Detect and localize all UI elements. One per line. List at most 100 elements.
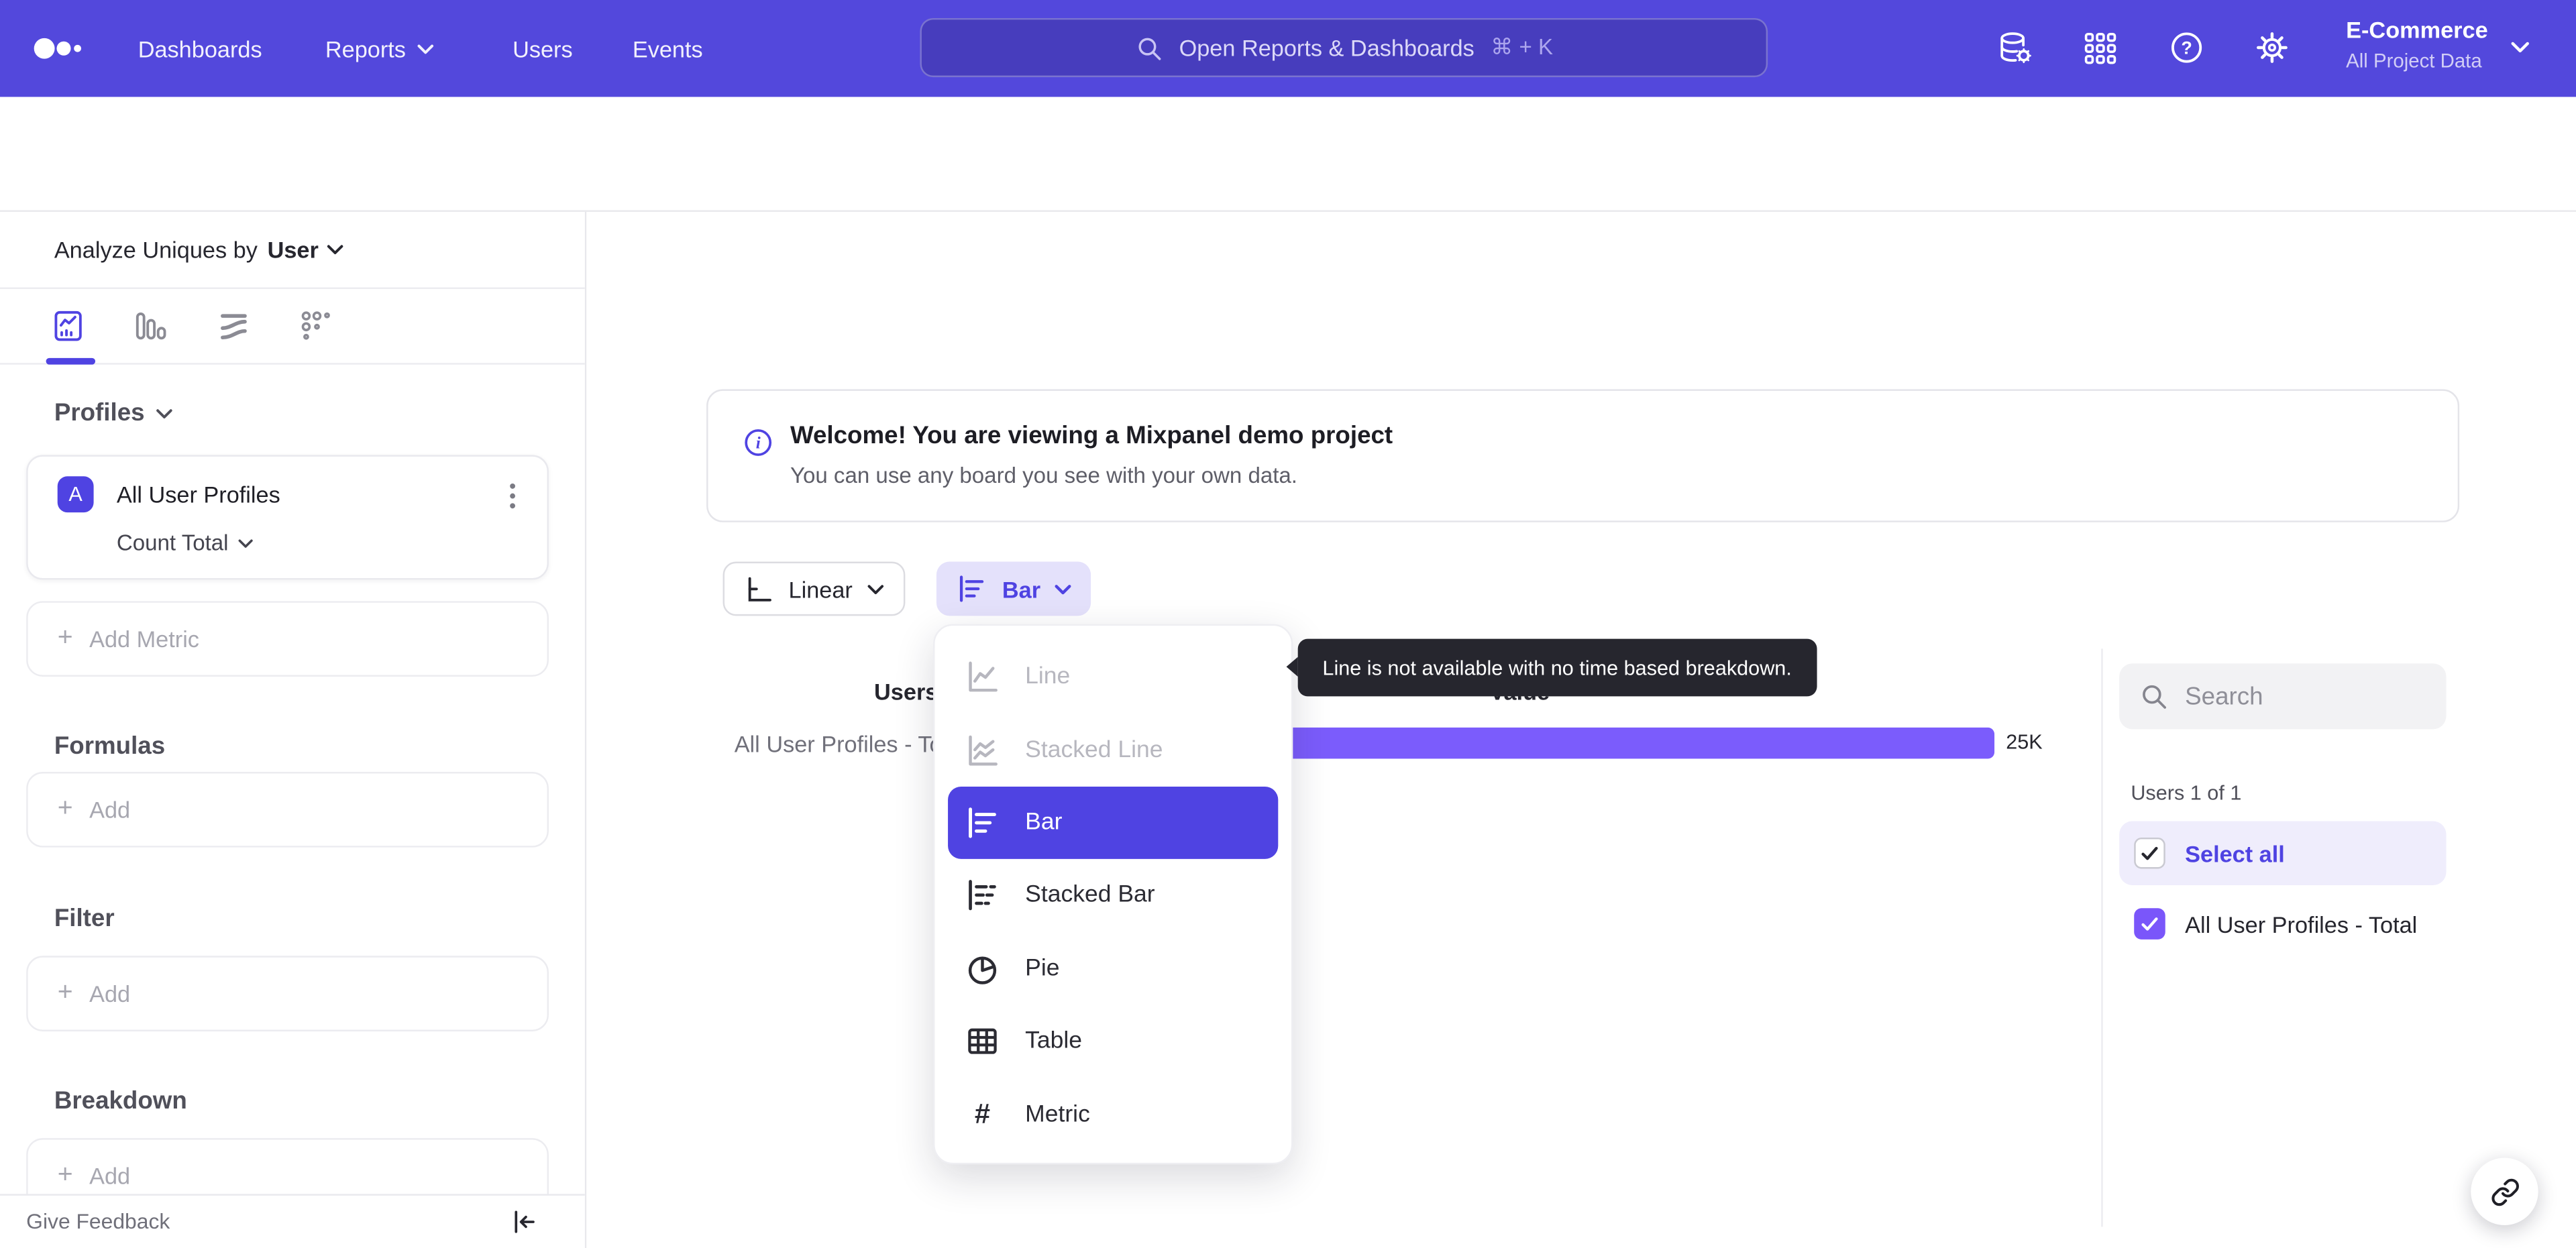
global-search-bar[interactable]: Open Reports & Dashboards ⌘ + K: [920, 17, 1768, 78]
menu-item-label: Table: [1025, 1028, 1083, 1055]
search-icon: [2139, 681, 2169, 711]
aggregation-dropdown[interactable]: Count Total: [117, 530, 253, 555]
tab-retention[interactable]: [299, 308, 333, 343]
disabled-option-tooltip: Line is not available with no time based…: [1286, 638, 1817, 697]
app-window: Dashboards Reports Users Events Open Rep…: [0, 0, 2576, 1248]
tooltip-text: Line is not available with no time based…: [1322, 656, 1792, 679]
plus-icon: +: [57, 624, 73, 653]
report-title-bar: Untitled + Add description... Save: [0, 97, 2576, 276]
legend-series-label: All User Profiles - Total: [2185, 910, 2418, 938]
give-feedback-link[interactable]: Give Feedback: [26, 1208, 170, 1233]
add-filter-label: Add: [89, 980, 131, 1007]
menu-item-label: Line: [1025, 663, 1071, 691]
query-builder-sidebar: Analyze Uniques by User Profiles A All U…: [0, 211, 587, 1248]
settings-gear-icon[interactable]: [2254, 30, 2290, 66]
menu-item-label: Stacked Bar: [1025, 882, 1155, 909]
demo-project-banner: i Welcome! You are viewing a Mixpanel de…: [706, 389, 2460, 522]
report-canvas: i Welcome! You are viewing a Mixpanel de…: [586, 211, 2576, 1248]
metric-name[interactable]: All User Profiles: [117, 481, 280, 508]
nav-item-label: Dashboards: [138, 35, 262, 62]
project-switcher[interactable]: E-Commerce All Project Data: [2346, 16, 2488, 72]
nav-item-users[interactable]: Users: [513, 0, 573, 97]
menu-item-stacked-line: Stacked Line: [934, 714, 1291, 787]
help-icon[interactable]: ?: [2169, 30, 2205, 66]
search-icon: [1134, 34, 1163, 62]
banner-subtitle: You can use any board you see with your …: [790, 463, 1298, 488]
select-all-label: Select all: [2185, 840, 2285, 866]
scale-selector-button[interactable]: Linear: [722, 561, 906, 616]
active-tab-indicator: [46, 357, 96, 364]
sidebar-footer: Give Feedback: [0, 1194, 585, 1248]
kebab-icon[interactable]: [504, 478, 521, 514]
info-icon: i: [743, 427, 774, 459]
banner-title: Welcome! You are viewing a Mixpanel demo…: [790, 422, 1393, 451]
filter-header-label: Filter: [54, 905, 115, 933]
data-management-icon[interactable]: [1996, 30, 2034, 67]
scale-selector-label: Linear: [788, 575, 853, 602]
top-nav-bar: Dashboards Reports Users Events Open Rep…: [0, 0, 2576, 97]
chart-row-label: All User Profiles - Total: [734, 730, 967, 757]
menu-item-table[interactable]: Table: [934, 1005, 1291, 1078]
chart-type-menu: Line Stacked Line Bar Stacked Bar Pie Ta…: [933, 624, 1293, 1165]
analyze-entity-value: User: [267, 236, 319, 263]
legend-series-row[interactable]: All User Profiles - Total: [2119, 892, 2446, 956]
menu-item-bar[interactable]: Bar: [948, 786, 1279, 860]
chart-bar-value: 25K: [2006, 730, 2043, 754]
menu-item-pie[interactable]: Pie: [934, 932, 1291, 1005]
tab-flows[interactable]: [217, 308, 251, 343]
nav-item-reports[interactable]: Reports: [325, 0, 434, 97]
analyze-prefix: Analyze Uniques by: [54, 236, 258, 263]
help-glyph: ?: [2181, 38, 2192, 58]
select-all-row[interactable]: Select all: [2119, 821, 2447, 886]
share-link-fab[interactable]: [2471, 1157, 2538, 1225]
chart-type-selector-label: Bar: [1002, 575, 1041, 602]
tab-insights[interactable]: [51, 308, 85, 343]
nav-item-label: Reports: [325, 35, 406, 62]
menu-item-label: Stacked Line: [1025, 736, 1163, 763]
analyze-entity-dropdown[interactable]: User: [268, 237, 343, 263]
project-name: E-Commerce: [2346, 16, 2488, 43]
formulas-header-label: Formulas: [54, 732, 166, 760]
info-glyph: i: [756, 435, 761, 453]
filter-section-header: Filter: [54, 905, 115, 933]
chevron-down-icon: [417, 44, 434, 54]
legend-search-box[interactable]: [2119, 663, 2447, 730]
metric-hash-icon: #: [974, 1098, 991, 1129]
series-checkbox[interactable]: [2134, 908, 2165, 940]
screen: Dashboards Reports Users Events Open Rep…: [0, 0, 2576, 1248]
breakdown-section-header: Breakdown: [54, 1087, 187, 1115]
legend-count-label: Users 1 of 1: [2131, 781, 2242, 805]
nav-item-events[interactable]: Events: [633, 0, 703, 97]
legend-search-input[interactable]: [2185, 682, 2399, 711]
select-all-checkbox[interactable]: [2134, 837, 2165, 869]
add-metric-button[interactable]: + Add Metric: [26, 601, 549, 677]
nav-item-dashboards[interactable]: Dashboards: [138, 0, 262, 97]
nav-item-label: Users: [513, 35, 573, 62]
menu-item-stacked-bar[interactable]: Stacked Bar: [934, 859, 1291, 932]
add-filter-button[interactable]: + Add: [26, 956, 549, 1031]
add-formula-label: Add: [89, 796, 131, 823]
plus-icon: +: [57, 795, 73, 823]
report-type-tabs: [0, 289, 585, 365]
divider: [2101, 648, 2103, 1227]
metric-letter-badge: A: [57, 476, 94, 513]
add-metric-label: Add Metric: [89, 626, 199, 653]
plus-icon: +: [57, 1161, 73, 1190]
add-breakdown-label: Add: [89, 1162, 131, 1190]
add-formula-button[interactable]: + Add: [26, 772, 549, 848]
menu-item-line: Line: [934, 640, 1291, 714]
chart-type-selector-button[interactable]: Bar: [936, 561, 1092, 616]
menu-item-metric[interactable]: # Metric: [934, 1078, 1291, 1151]
formulas-section-header: Formulas: [54, 732, 165, 760]
analyze-uniques-row: Analyze Uniques by User: [0, 212, 585, 290]
collapse-panel-icon[interactable]: [509, 1207, 539, 1237]
menu-item-label: Pie: [1025, 955, 1060, 982]
apps-grid-icon[interactable]: [2083, 32, 2117, 66]
tab-funnels[interactable]: [133, 308, 167, 343]
profiles-header-label: Profiles: [54, 399, 145, 427]
plus-icon: +: [57, 978, 73, 1007]
metric-card[interactable]: A All User Profiles Count Total: [26, 455, 549, 580]
mixpanel-logo[interactable]: [33, 36, 82, 61]
tooltip-arrow: [1286, 657, 1298, 677]
profiles-section-header[interactable]: Profiles: [54, 399, 172, 427]
